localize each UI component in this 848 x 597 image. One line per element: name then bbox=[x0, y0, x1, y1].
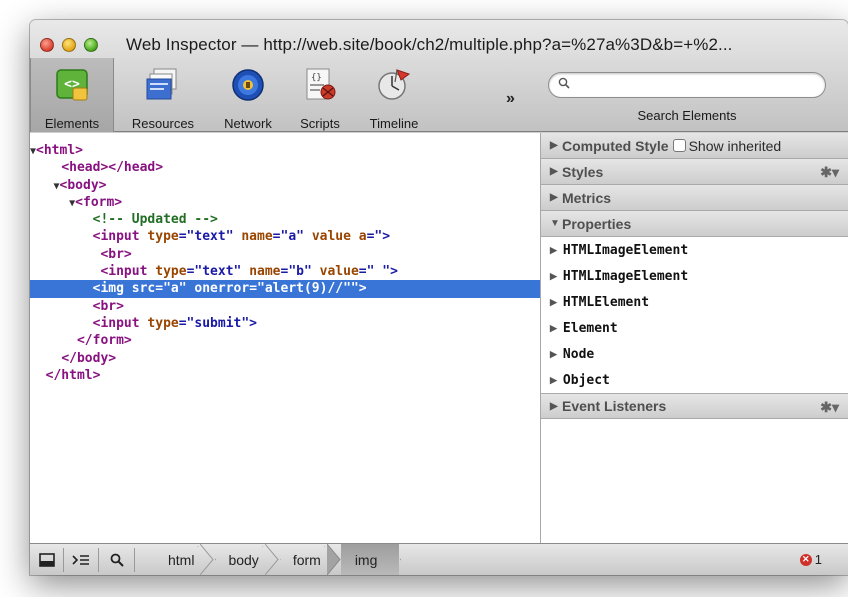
property-item[interactable]: ▶ Node bbox=[541, 341, 848, 367]
disclosure-right-icon: ▶ bbox=[550, 296, 557, 307]
status-bar: html body form img ✕ 1 bbox=[30, 543, 848, 575]
dom-line-br[interactable]: <br> bbox=[30, 298, 540, 315]
search-icon bbox=[110, 553, 124, 567]
gear-icon[interactable]: ✱▾ bbox=[820, 164, 839, 181]
disclosure-right-icon: ▶ bbox=[550, 192, 558, 203]
chevron-right-icon bbox=[200, 544, 215, 575]
property-item[interactable]: ▶ HTMLImageElement bbox=[541, 263, 848, 289]
property-item[interactable]: ▶ HTMLImageElement bbox=[541, 237, 848, 263]
dom-line-head[interactable]: <head></head> bbox=[30, 159, 540, 176]
dom-line-body[interactable]: ▼<body> bbox=[30, 177, 540, 194]
dock-icon bbox=[39, 553, 55, 567]
breadcrumb-form[interactable]: form bbox=[279, 544, 341, 575]
disclosure-right-icon: ▶ bbox=[550, 322, 557, 333]
dom-line-html[interactable]: ▼<html> bbox=[30, 142, 540, 159]
search-input[interactable] bbox=[575, 76, 815, 94]
disclosure-right-icon: ▶ bbox=[550, 270, 557, 281]
more-tabs-button[interactable]: » bbox=[506, 90, 515, 108]
section-computed-style[interactable]: ▶ Computed Style Show inherited bbox=[541, 133, 848, 159]
zoom-button[interactable] bbox=[84, 38, 98, 52]
tab-scripts[interactable]: {} Scripts bbox=[286, 58, 354, 132]
tab-elements-label: Elements bbox=[44, 116, 100, 131]
disclosure-right-icon: ▶ bbox=[550, 348, 557, 359]
breadcrumb-img[interactable]: img bbox=[340, 544, 400, 575]
dom-tree[interactable]: ▼<html> <head></head> ▼<body> ▼<form> <!… bbox=[30, 133, 540, 543]
dom-line-comment[interactable]: <!-- Updated --> bbox=[30, 211, 540, 228]
show-inherited-checkbox[interactable]: Show inherited bbox=[672, 138, 781, 154]
section-styles[interactable]: ▶ Styles ✱▾ bbox=[541, 159, 848, 185]
svg-text:{}: {} bbox=[311, 73, 322, 83]
chevron-right-icon bbox=[264, 544, 279, 575]
breadcrumb: html body form img bbox=[154, 544, 400, 575]
dom-line-input-a[interactable]: <input type="text" name="a" value a="> bbox=[30, 228, 540, 245]
elements-icon: <> bbox=[53, 66, 91, 104]
dom-line-html-close[interactable]: </html> bbox=[30, 367, 540, 384]
section-properties[interactable]: ▼ Properties bbox=[541, 211, 848, 237]
disclosure-down-icon: ▼ bbox=[550, 218, 560, 229]
dom-line-input-b[interactable]: <input type="text" name="b" value=" "> bbox=[30, 263, 540, 280]
window-title: Web Inspector — http://web.site/book/ch2… bbox=[126, 35, 733, 54]
search-field[interactable] bbox=[548, 72, 826, 98]
breadcrumb-body[interactable]: body bbox=[214, 544, 279, 575]
tab-timeline-label: Timeline bbox=[369, 116, 419, 131]
separator bbox=[98, 548, 99, 572]
dom-line-form[interactable]: ▼<form> bbox=[30, 194, 540, 211]
chevron-right-icon bbox=[326, 544, 341, 575]
dock-toggle-button[interactable] bbox=[36, 549, 58, 571]
separator bbox=[134, 548, 135, 572]
console-toggle-button[interactable] bbox=[70, 549, 92, 571]
gear-icon[interactable]: ✱▾ bbox=[820, 399, 839, 416]
disclosure-right-icon: ▶ bbox=[550, 166, 558, 177]
dom-line-form-close[interactable]: </form> bbox=[30, 332, 540, 349]
property-item[interactable]: ▶ Element bbox=[541, 315, 848, 341]
scripts-icon: {} bbox=[301, 66, 339, 104]
section-metrics[interactable]: ▶ Metrics bbox=[541, 185, 848, 211]
checkbox-box[interactable] bbox=[672, 139, 686, 152]
property-item[interactable]: ▶ HTMLElement bbox=[541, 289, 848, 315]
disclosure-right-icon: ▶ bbox=[550, 374, 557, 385]
tab-scripts-label: Scripts bbox=[300, 116, 340, 131]
tab-network-label: Network bbox=[224, 116, 272, 131]
timeline-icon bbox=[375, 66, 413, 104]
window-controls bbox=[40, 38, 98, 52]
minimize-button[interactable] bbox=[62, 38, 76, 52]
network-icon bbox=[229, 66, 267, 104]
close-button[interactable] bbox=[40, 38, 54, 52]
web-inspector-window: Web Inspector — http://web.site/book/ch2… bbox=[30, 20, 848, 575]
search-label: Search Elements bbox=[637, 108, 737, 123]
search-icon bbox=[558, 77, 570, 89]
toolbar: <> Elements Resources Network {} Scripts… bbox=[30, 58, 510, 132]
dom-line-br[interactable]: <br> bbox=[30, 246, 540, 263]
separator bbox=[63, 548, 64, 572]
property-item[interactable]: ▶ Object bbox=[541, 367, 848, 393]
resources-icon bbox=[144, 66, 182, 104]
inspect-button[interactable] bbox=[106, 549, 128, 571]
disclosure-right-icon: ▶ bbox=[550, 140, 558, 151]
dom-line-input-submit[interactable]: <input type="submit"> bbox=[30, 315, 540, 332]
sidebar: ▶ Computed Style Show inherited ▶ Styles… bbox=[541, 133, 848, 543]
breadcrumb-html[interactable]: html bbox=[154, 544, 215, 575]
error-count-badge[interactable]: ✕ 1 bbox=[799, 552, 822, 567]
disclosure-right-icon: ▶ bbox=[550, 400, 558, 412]
tab-elements[interactable]: <> Elements bbox=[30, 58, 114, 132]
tab-network[interactable]: Network bbox=[212, 58, 284, 132]
dom-line-body-close[interactable]: </body> bbox=[30, 350, 540, 367]
tab-resources-label: Resources bbox=[131, 116, 195, 131]
disclosure-right-icon: ▶ bbox=[550, 244, 557, 255]
tab-resources[interactable]: Resources bbox=[116, 58, 210, 132]
tab-timeline[interactable]: Timeline bbox=[356, 58, 432, 132]
dom-line-img-selected[interactable]: <img src="a" onerror="alert(9)//""> bbox=[30, 280, 540, 298]
console-icon bbox=[72, 555, 89, 565]
section-event-listeners[interactable]: ▶ Event Listeners ✱▾ bbox=[541, 393, 848, 419]
error-icon: ✕ bbox=[799, 553, 812, 566]
